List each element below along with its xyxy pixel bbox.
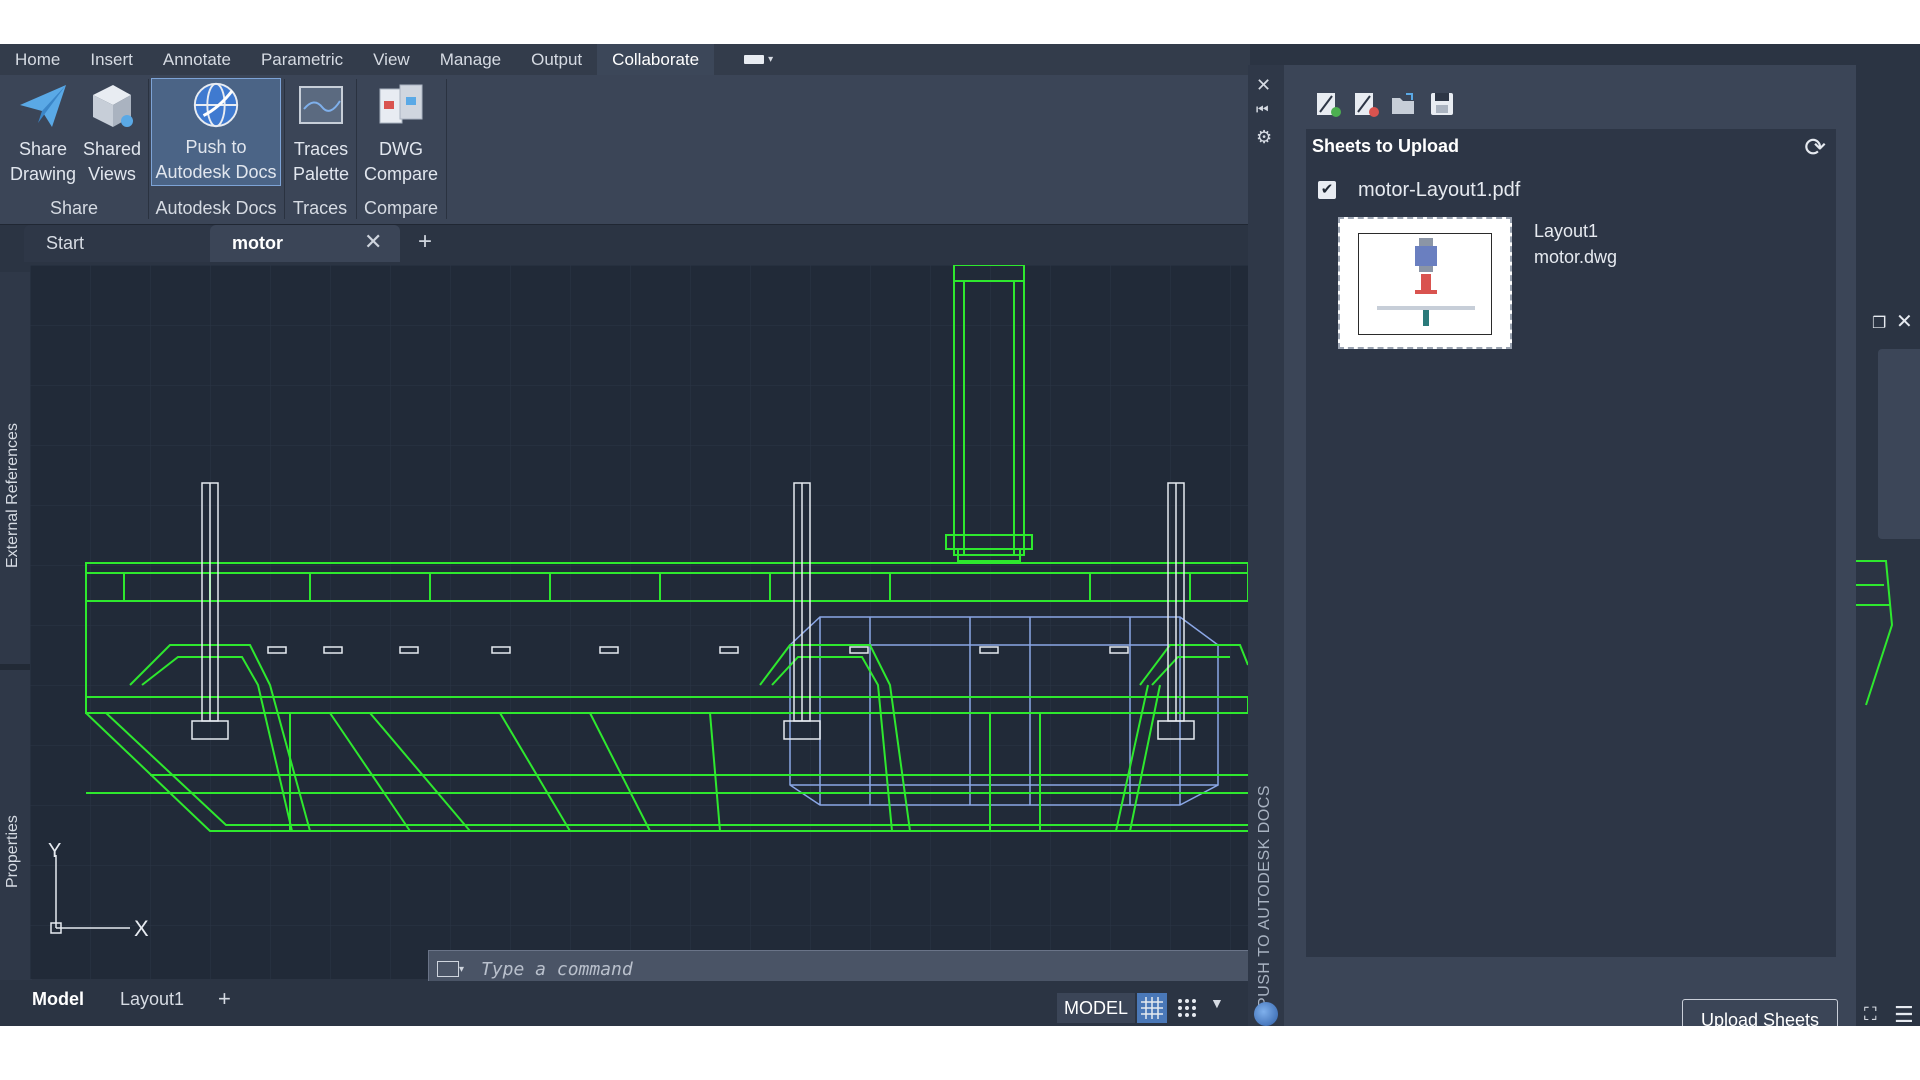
tab-output[interactable]: Output [516, 44, 597, 75]
sheets-header: Sheets to Upload ⟳ [1306, 129, 1836, 165]
layout1-tab[interactable]: Layout1 [120, 989, 184, 1010]
refresh-icon[interactable]: ⟳ [1804, 132, 1826, 163]
model-tab[interactable]: Model [32, 989, 84, 1010]
push-docs-label-1: Push to [185, 137, 247, 157]
autocad-window: Home Insert Annotate Parametric View Man… [0, 44, 1920, 1026]
open-folder-icon[interactable] [1390, 90, 1418, 118]
add-sheets-icon[interactable] [1314, 90, 1342, 118]
close-palette-icon[interactable]: ✕ [1256, 75, 1271, 96]
dwg-compare-label-1: DWG [379, 139, 423, 159]
tab-view[interactable]: View [358, 44, 425, 75]
shared-views-icon [93, 85, 133, 127]
group-traces-label: Traces [292, 198, 348, 218]
tab-manage[interactable]: Manage [425, 44, 516, 75]
paper-plane-icon [20, 85, 66, 127]
ribbon-panel: Share Drawing Shared Views Push to Autod… [0, 75, 1250, 225]
doc-tab-start[interactable]: Start [24, 225, 214, 262]
palette-separator [0, 664, 32, 670]
tab-home[interactable]: Home [0, 44, 75, 75]
dwg-compare-icon [379, 84, 423, 124]
palette-title: PUSH TO AUTODESK DOCS [1256, 785, 1273, 1008]
upload-sheets-button[interactable]: Upload Sheets [1682, 999, 1838, 1026]
group-share-label: Share [49, 198, 99, 218]
sheet-thumbnail[interactable] [1338, 217, 1512, 349]
fullscreen-icon[interactable]: ⛶ [1864, 1004, 1877, 1025]
sheet-checkbox[interactable]: ✔ [1318, 181, 1336, 199]
left-palette-strip: External References Properties [0, 272, 32, 980]
sheet-dwg-name: motor.dwg [1534, 247, 1618, 267]
dwg-compare-label-2: Compare [363, 164, 439, 184]
drawing-canvas[interactable]: Y X [30, 265, 1248, 979]
close-viewport-icon[interactable]: ✕ [1896, 309, 1913, 334]
palette-toolbar [1314, 90, 1456, 122]
share-drawing-label-1: Share [18, 139, 68, 159]
close-tab-icon[interactable]: ✕ [364, 229, 382, 255]
wireframe-drawing: Y X [30, 265, 1248, 979]
menu-icon[interactable]: ☰ [1894, 1002, 1914, 1026]
share-drawing-label-2: Drawing [9, 164, 77, 184]
workspace-switch-icon[interactable]: ▾ [744, 50, 782, 70]
ribbon-tab-bar: Home Insert Annotate Parametric View Man… [0, 44, 1250, 75]
dwg-compare-button[interactable]: DWG Compare [360, 79, 442, 187]
chevron-down-icon[interactable]: ▼ [1210, 995, 1224, 1011]
autodesk-docs-icon [193, 82, 239, 128]
remove-sheets-icon[interactable] [1352, 90, 1380, 118]
group-compare-label: Compare [363, 198, 439, 218]
tab-collaborate[interactable]: Collaborate [597, 44, 715, 75]
ucs-y-label: Y [48, 840, 61, 862]
model-space-button[interactable]: MODEL [1057, 993, 1135, 1023]
globe-icon[interactable] [1254, 1002, 1278, 1026]
ribbon-separator [446, 79, 447, 219]
sheets-header-title: Sheets to Upload [1312, 136, 1460, 156]
snap-icon[interactable] [1172, 993, 1202, 1023]
tab-annotate[interactable]: Annotate [148, 44, 246, 75]
traces-palette-button[interactable]: Traces Palette [288, 79, 354, 187]
save-icon[interactable] [1428, 90, 1456, 118]
document-tab-bar: Start motor ✕ + [0, 225, 1250, 265]
sheets-list: ✔ motor-Layout1.pdf Layout1 motor.dwg [1306, 165, 1836, 957]
grid-icon[interactable] [1137, 993, 1167, 1023]
group-docs-label: Autodesk Docs [155, 198, 277, 218]
add-layout-button[interactable]: + [218, 986, 231, 1012]
traces-label-1: Traces [293, 139, 349, 159]
sheet-layout-name: Layout1 [1534, 221, 1599, 241]
gear-icon[interactable]: ⚙ [1256, 127, 1272, 148]
properties-palette[interactable]: Properties [4, 815, 22, 888]
shared-views-label-1: Shared [82, 139, 142, 159]
status-bar: Model Layout1 + MODEL ▼ [0, 981, 1260, 1026]
command-prompt-icon[interactable]: ▾ [437, 959, 471, 979]
autohide-icon[interactable]: ⏮ [1256, 101, 1269, 118]
navigation-bar[interactable] [1878, 349, 1920, 539]
thumbnail-drawing-icon [1377, 238, 1475, 326]
thumbnail-preview [1358, 233, 1492, 335]
shared-views-button[interactable]: Shared Views [80, 79, 144, 187]
new-tab-button[interactable]: + [418, 228, 432, 256]
external-references-palette[interactable]: External References [4, 423, 22, 568]
push-docs-label-2: Autodesk Docs [155, 162, 277, 182]
sheet-filename: motor-Layout1.pdf [1358, 179, 1521, 201]
traces-icon [299, 86, 343, 124]
ucs-x-label: X [134, 916, 149, 941]
push-to-docs-palette: Sheets to Upload ⟳ ✔ motor-Layout1.pdf L… [1284, 65, 1856, 1026]
share-drawing-button[interactable]: Share Drawing [6, 79, 80, 187]
tab-insert[interactable]: Insert [75, 44, 148, 75]
palette-title-bar: ✕ ⏮ ⚙ PUSH TO AUTODESK DOCS [1248, 65, 1284, 1026]
traces-label-2: Palette [292, 164, 350, 184]
tab-parametric[interactable]: Parametric [246, 44, 358, 75]
push-to-docs-button[interactable]: Push to Autodesk Docs [151, 78, 281, 186]
shared-views-label-2: Views [88, 164, 136, 184]
right-viewport-strip: ❐ ✕ ⛶ ☰ [1856, 65, 1920, 1026]
viewport-edge-drawing [1856, 560, 1894, 706]
restore-viewport-icon[interactable]: ❐ [1872, 313, 1886, 333]
